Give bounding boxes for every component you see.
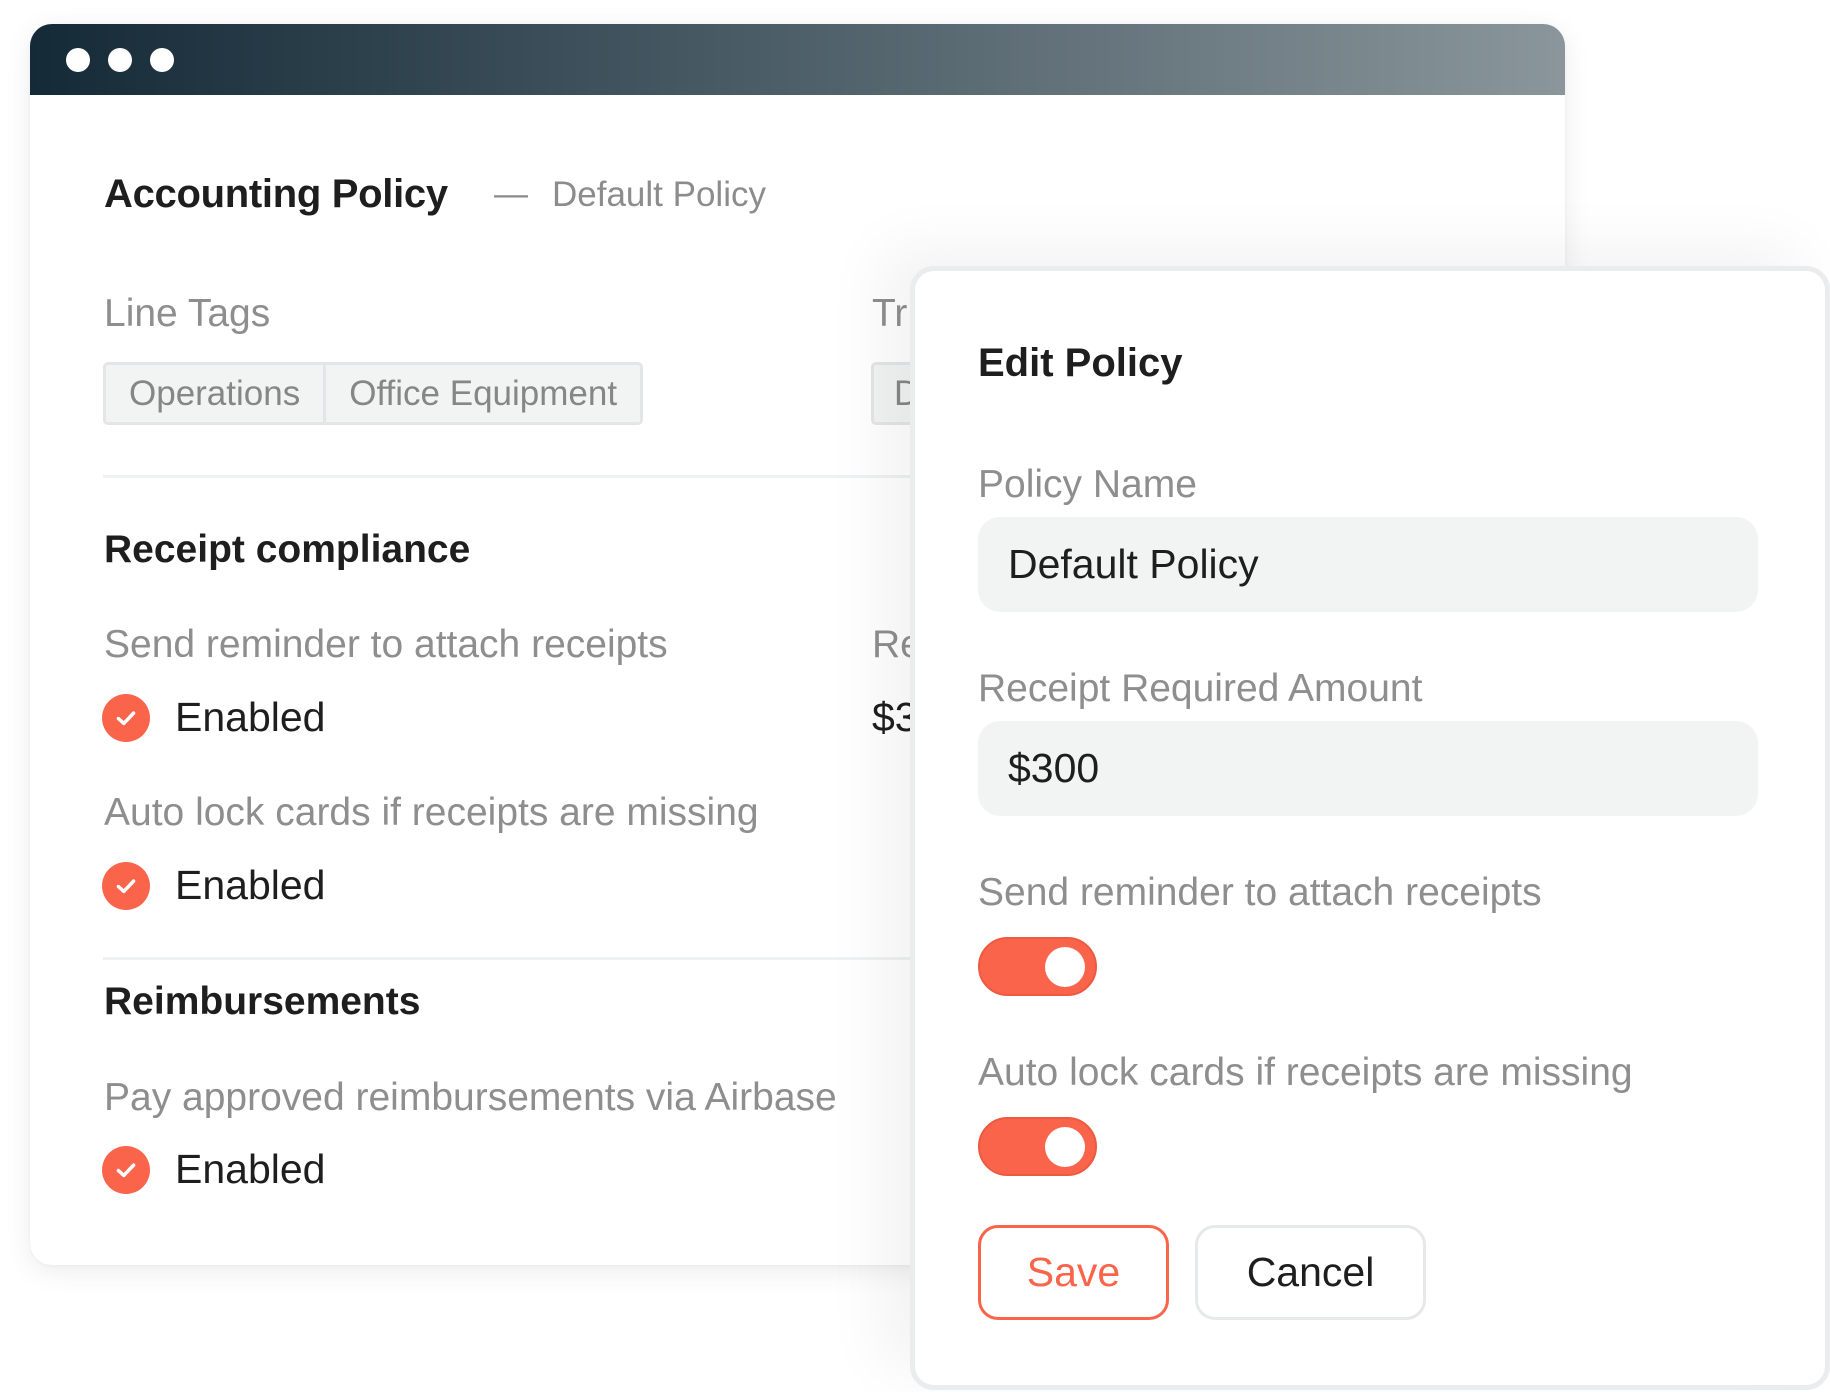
setting-label: Pay approved reimbursements via Airbase (104, 1076, 837, 1119)
policy-name-label: Policy Name (978, 463, 1197, 506)
reimbursements-heading: Reimbursements (104, 980, 421, 1023)
check-circle-icon (102, 1146, 150, 1194)
toggle-knob (1045, 1127, 1085, 1167)
reminder-toggle-label: Send reminder to attach receipts (978, 871, 1542, 914)
setting-label: Auto lock cards if receipts are missing (104, 791, 759, 834)
receipt-amount-input[interactable] (978, 721, 1758, 816)
toggle-knob (1045, 947, 1085, 987)
divider (103, 475, 953, 478)
line-tags-group: Operations Office Equipment (103, 362, 644, 425)
setting-status: Enabled (175, 694, 326, 740)
setting-label: Send reminder to attach receipts (104, 623, 668, 666)
window-control-dot[interactable] (66, 48, 90, 72)
page-subtitle: Default Policy (552, 175, 766, 214)
save-button[interactable]: Save (978, 1225, 1169, 1320)
setting-status: Enabled (175, 1146, 326, 1192)
edit-policy-panel: Edit Policy Policy Name Receipt Required… (910, 266, 1830, 1390)
title-separator: — (494, 175, 528, 213)
window-control-dot[interactable] (150, 48, 174, 72)
receipt-compliance-heading: Receipt compliance (104, 528, 471, 571)
receipt-amount-label: Receipt Required Amount (978, 667, 1423, 710)
setting-status: Enabled (175, 862, 326, 908)
window-control-dot[interactable] (108, 48, 132, 72)
divider (103, 957, 953, 960)
cancel-button[interactable]: Cancel (1195, 1225, 1426, 1320)
page-title: Accounting Policy (104, 172, 448, 216)
reminder-toggle[interactable] (978, 937, 1097, 996)
edit-policy-title: Edit Policy (978, 341, 1183, 385)
line-tags-label: Line Tags (104, 292, 271, 335)
policy-name-input[interactable] (978, 517, 1758, 612)
window-titlebar (30, 24, 1565, 95)
column-two-label: Tr (872, 292, 908, 335)
check-circle-icon (102, 694, 150, 742)
check-circle-icon (102, 862, 150, 910)
tag-office-equipment[interactable]: Office Equipment (323, 365, 640, 422)
autolock-toggle[interactable] (978, 1117, 1097, 1176)
tag-operations[interactable]: Operations (106, 365, 323, 422)
autolock-toggle-label: Auto lock cards if receipts are missing (978, 1051, 1633, 1094)
